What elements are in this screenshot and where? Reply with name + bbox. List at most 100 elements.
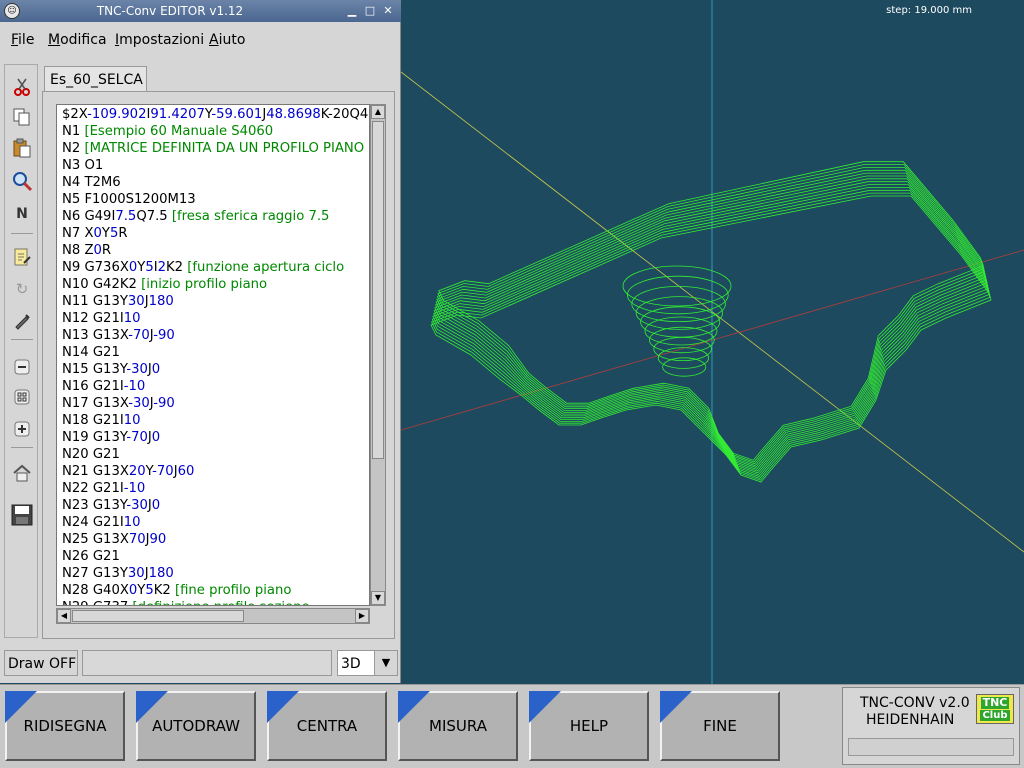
code-line[interactable]: N18 G21I10 — [62, 412, 141, 429]
code-line[interactable]: $2X-109.902I91.4207Y-59.601J48.8698K-20Q… — [62, 106, 369, 123]
fine-button[interactable]: FINE — [660, 691, 780, 761]
copy-icon[interactable] — [9, 105, 35, 129]
brand-line1: TNC-CONV v2.0 — [860, 695, 970, 711]
toolpath-wireframe — [430, 161, 992, 483]
cut-icon[interactable] — [9, 75, 35, 99]
fine-label: FINE — [703, 717, 737, 735]
help-button[interactable]: HELP — [529, 691, 649, 761]
toolbar-separator — [11, 447, 33, 448]
status-field — [82, 650, 332, 676]
code-line[interactable]: N7 X0Y5R — [62, 225, 128, 242]
home-icon[interactable] — [9, 461, 35, 485]
search-replace-icon[interactable] — [9, 169, 35, 193]
editor-window: ☺ TNC-Conv EDITOR v1.12 ▁ □ ✕ File Modif… — [0, 0, 401, 683]
code-line[interactable]: N16 G21I-10 — [62, 378, 145, 395]
autodraw-button[interactable]: AUTODRAW — [136, 691, 256, 761]
brand-panel: TNC-CONV v2.0 HEIDENHAIN TNC Club — [842, 687, 1020, 765]
code-line[interactable]: N12 G21I10 — [62, 310, 141, 327]
save-icon[interactable] — [9, 503, 35, 527]
function-key-bar: RIDISEGNA AUTODRAW CENTRA MISURA HELP FI… — [0, 684, 1024, 768]
tnc-club-logo: TNC Club — [976, 694, 1014, 724]
chevron-down-icon[interactable]: ▼ — [374, 651, 397, 675]
code-line[interactable]: N3 O1 — [62, 157, 103, 174]
code-line[interactable]: N26 G21 — [62, 548, 120, 565]
boss-contour — [626, 275, 729, 315]
code-line[interactable]: N14 G21 — [62, 344, 120, 361]
tab-file[interactable]: Es_60_SELCA — [44, 66, 147, 92]
code-line[interactable]: N27 G13Y30J180 — [62, 565, 174, 582]
toolbar-separator — [11, 339, 33, 340]
boss-contour — [622, 265, 732, 307]
code-line[interactable]: N8 Z0R — [62, 242, 111, 259]
code-line[interactable]: N19 G13Y-70J0 — [62, 429, 160, 446]
code-line[interactable]: N11 G13Y30J180 — [62, 293, 174, 310]
code-line[interactable]: N10 G42K2 [inizio profilo piano — [62, 276, 267, 293]
menu-aiuto[interactable]: Aiuto — [209, 32, 245, 48]
code-line[interactable]: N2 [MATRICE DEFINITA DA UN PROFILO PIANO — [62, 140, 364, 157]
zoom-fit-icon[interactable] — [9, 385, 35, 409]
menu-file[interactable]: File — [11, 32, 34, 48]
code-line[interactable]: N28 G40X0Y5K2 [fine profilo piano — [62, 582, 291, 599]
scroll-right-arrow[interactable]: ▶ — [355, 609, 369, 623]
maximize-button[interactable]: □ — [362, 3, 378, 19]
code-line[interactable]: N29 G737 [definizione profilo sezione — [62, 599, 310, 605]
code-line[interactable]: N4 T2M6 — [62, 174, 121, 191]
centra-button[interactable]: CENTRA — [267, 691, 387, 761]
title-bar[interactable]: ☺ TNC-Conv EDITOR v1.12 ▁ □ ✕ — [0, 0, 401, 22]
code-line[interactable]: N1 [Esempio 60 Manuale S4060 — [62, 123, 273, 140]
misura-button[interactable]: MISURA — [398, 691, 518, 761]
tool-bar: N ↻ — [4, 64, 38, 638]
code-line[interactable]: N20 G21 — [62, 446, 120, 463]
step-readout: step: 19.000 mm — [886, 5, 972, 16]
progress-field — [848, 738, 1014, 756]
code-editor[interactable]: $2X-109.902I91.4207Y-59.601J48.8698K-20Q… — [56, 104, 370, 606]
zoom-in-icon[interactable] — [9, 417, 35, 441]
logo-bottom-text: Club — [980, 710, 1010, 721]
paste-icon[interactable] — [9, 136, 35, 160]
code-line[interactable]: N5 F1000S1200M13 — [62, 191, 196, 208]
code-line[interactable]: N15 G13Y-30J0 — [62, 361, 160, 378]
draw-status-label: Draw OFF — [4, 650, 78, 676]
vertical-scrollbar[interactable]: ▲ ▼ — [370, 104, 386, 606]
brand-line2: HEIDENHAIN — [866, 712, 955, 728]
vertical-scroll-thumb[interactable] — [372, 121, 384, 459]
zoom-out-icon[interactable] — [9, 355, 35, 379]
menu-modifica[interactable]: Modifica — [48, 32, 107, 48]
toolpath-contour — [437, 164, 985, 463]
minimize-button[interactable]: ▁ — [344, 3, 360, 19]
window-title: TNC-Conv EDITOR v1.12 — [96, 4, 244, 18]
toolbar-separator — [11, 233, 33, 234]
centra-label: CENTRA — [296, 717, 358, 735]
wireframe-canvas[interactable] — [400, 0, 1024, 684]
code-line[interactable]: N6 G49I7.5Q7.5 [fresa sferica raggio 7.5 — [62, 208, 329, 225]
misura-label: MISURA — [429, 717, 487, 735]
3d-viewport[interactable]: step: 19.000 mm — [400, 0, 1024, 684]
code-line[interactable]: N25 G13X70J90 — [62, 531, 166, 548]
code-line[interactable]: N22 G21I-10 — [62, 480, 145, 497]
toolpath-contour — [436, 169, 986, 467]
redo-icon[interactable]: ↻ — [9, 277, 35, 301]
menu-impostazioni[interactable]: Impostazioni — [115, 32, 204, 48]
ridisegna-button[interactable]: RIDISEGNA — [5, 691, 125, 761]
pencil-icon[interactable] — [9, 309, 35, 333]
scroll-down-arrow[interactable]: ▼ — [371, 591, 385, 605]
scroll-up-arrow[interactable]: ▲ — [371, 105, 385, 119]
code-line[interactable]: N21 G13X20Y-70J60 — [62, 463, 194, 480]
view-mode-select[interactable]: 3D ▼ — [337, 650, 398, 676]
code-line[interactable]: N13 G13X-70J-90 — [62, 327, 175, 344]
code-line[interactable]: N23 G13Y-30J0 — [62, 497, 160, 514]
toolpath-contour — [431, 192, 991, 481]
status-row: Draw OFF 3D ▼ — [0, 648, 401, 678]
horizontal-scroll-thumb[interactable] — [72, 610, 244, 622]
line-number-icon[interactable]: N — [9, 202, 35, 226]
horizontal-scrollbar[interactable]: ◀ ▶ — [56, 608, 370, 624]
code-line[interactable]: N24 G21I10 — [62, 514, 141, 531]
toolpath-contour — [436, 166, 986, 465]
scroll-left-arrow[interactable]: ◀ — [57, 609, 71, 623]
axis-line-x — [400, 249, 1024, 431]
code-line[interactable]: N17 G13X-30J-90 — [62, 395, 175, 412]
boss-contour — [631, 285, 726, 322]
edit-note-icon[interactable] — [9, 245, 35, 269]
close-button[interactable]: ✕ — [380, 3, 396, 19]
code-line[interactable]: N9 G736X0Y5I2K2 [funzione apertura ciclo — [62, 259, 344, 276]
